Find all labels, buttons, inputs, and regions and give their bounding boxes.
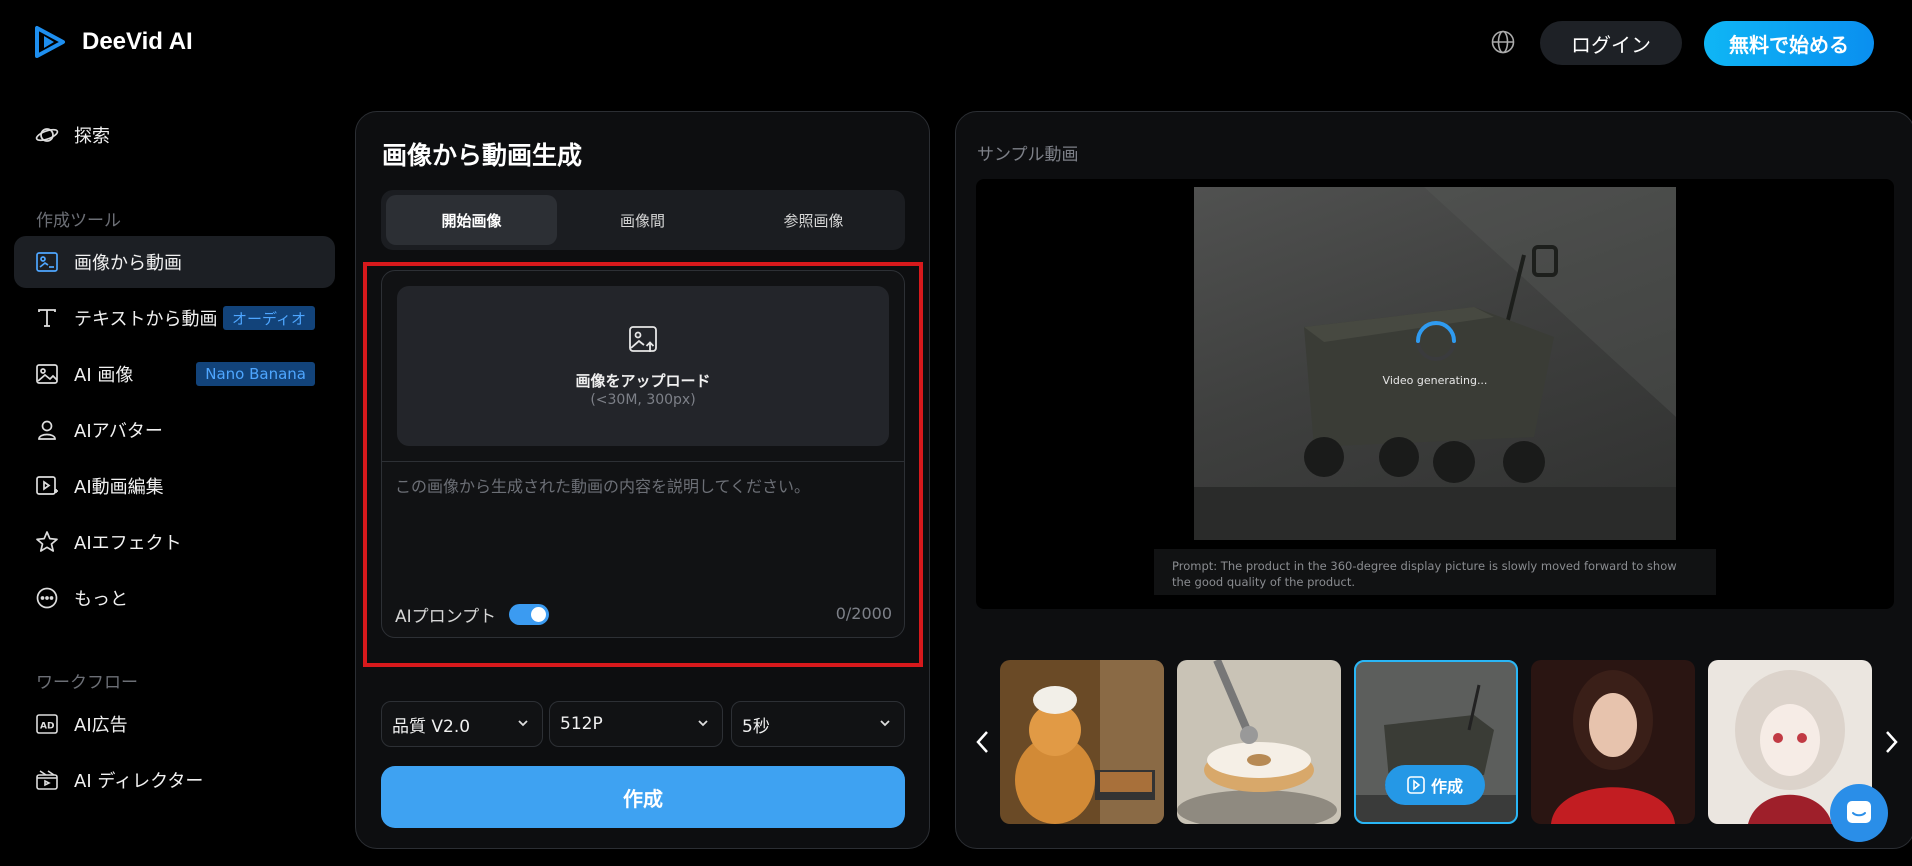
highlight-box (363, 262, 923, 667)
duration-value: 5秒 (742, 716, 770, 737)
play-icon (1407, 776, 1425, 794)
text-icon (34, 305, 60, 331)
image-icon (34, 361, 60, 387)
ad-icon: AD (34, 711, 60, 737)
resolution-value: 512P (560, 714, 603, 734)
video-preview: Video generating... Prompt: The product … (976, 179, 1894, 609)
video-frame: Video generating... (1194, 187, 1676, 540)
sidebar-item-label: 探索 (74, 126, 110, 147)
thumbnail-orange-cat-chef[interactable] (1000, 660, 1164, 824)
mode-tabs: 開始画像 画像間 参照画像 (381, 190, 905, 250)
thumbnail-create-button[interactable]: 作成 (1385, 765, 1485, 805)
sidebar-item-ai-director[interactable]: AI ディレクター (14, 754, 335, 806)
video-edit-icon (34, 473, 60, 499)
tab-start-image[interactable]: 開始画像 (386, 195, 557, 245)
tools-section-label: 作成ツール (36, 211, 121, 231)
chat-icon (1847, 801, 1871, 823)
duration-select[interactable]: 5秒 (731, 701, 905, 747)
sample-thumbnails: 作成 (1000, 660, 1872, 825)
globe-icon[interactable] (1490, 29, 1516, 55)
sidebar-item-more[interactable]: もっと (14, 572, 335, 624)
audio-badge: オーディオ (223, 306, 315, 330)
sidebar-item-ai-ads[interactable]: AD AI広告 (14, 698, 335, 750)
sample-panel: サンプル動画 Video generating... Prompt: The p… (955, 111, 1912, 849)
quality-select[interactable]: 品質 V2.0 (381, 701, 543, 747)
thumbnail-donut-robot[interactable] (1177, 660, 1341, 824)
chevron-left-icon[interactable] (973, 727, 993, 757)
resolution-select[interactable]: 512P (549, 701, 723, 747)
quality-value: 品質 V2.0 (392, 716, 471, 737)
generating-status: Video generating... (1382, 374, 1488, 387)
logo[interactable]: DeeVid AI (32, 24, 193, 60)
tab-reference-image[interactable]: 参照画像 (728, 195, 899, 245)
sidebar-item-ai-image[interactable]: AI 画像 Nano Banana (14, 348, 335, 400)
nano-banana-badge: Nano Banana (196, 362, 315, 386)
chevron-down-icon (880, 720, 890, 727)
planet-icon (34, 122, 60, 148)
sidebar-item-label: AI 画像 (74, 365, 134, 386)
create-button[interactable]: 作成 (381, 766, 905, 828)
sidebar-item-label: AI ディレクター (74, 771, 204, 792)
generator-panel: 画像から動画生成 開始画像 画像間 参照画像 画像をアップロード (<30M, … (355, 111, 930, 849)
page-title: 画像から動画生成 (382, 141, 583, 170)
thumbnail-camping-wagon[interactable]: 作成 (1354, 660, 1518, 824)
sidebar-item-label: AIエフェクト (74, 533, 182, 554)
sidebar-item-label: AI動画編集 (74, 477, 164, 498)
loading-spinner-icon (1416, 321, 1456, 361)
sidebar-item-label: 画像から動画 (74, 253, 182, 274)
avatar-icon (34, 417, 60, 443)
svg-text:AD: AD (40, 722, 54, 732)
sidebar-item-label: AI広告 (74, 715, 128, 736)
top-bar: DeeVid AI ログイン 無料で始める (0, 0, 1912, 86)
wagon-illustration (1194, 187, 1676, 540)
sidebar-item-label: テキストから動画 (74, 309, 218, 330)
tab-between-images[interactable]: 画像間 (557, 195, 728, 245)
thumbnail-woman-red-sweater[interactable] (1531, 660, 1695, 824)
chevron-right-icon[interactable] (1881, 727, 1901, 757)
sidebar-item-explore[interactable]: 探索 (14, 109, 335, 161)
sample-prompt: Prompt: The product in the 360-degree di… (1154, 549, 1716, 595)
deevid-logo-icon (35, 26, 65, 58)
workflow-section-label: ワークフロー (36, 673, 138, 693)
more-icon (34, 585, 60, 611)
sidebar-item-label: もっと (74, 589, 128, 610)
sidebar-item-ai-avatar[interactable]: AIアバター (14, 404, 335, 456)
chat-support-button[interactable] (1830, 784, 1888, 842)
sidebar-item-ai-video-edit[interactable]: AI動画編集 (14, 460, 335, 512)
sample-title: サンプル動画 (977, 145, 1079, 165)
sidebar: 探索 作成ツール 画像から動画 テキストから動画 オーディオ AI 画像 Nan… (0, 86, 350, 866)
sidebar-item-text-to-video[interactable]: テキストから動画 オーディオ (14, 292, 335, 344)
prompt-prefix: Prompt: (1172, 559, 1218, 573)
chevron-down-icon (518, 720, 528, 727)
sidebar-item-image-to-video[interactable]: 画像から動画 (14, 236, 335, 288)
login-button[interactable]: ログイン (1540, 21, 1682, 65)
prompt-text: The product in the 360-degree display pi… (1172, 559, 1677, 589)
start-free-button[interactable]: 無料で始める (1704, 21, 1874, 66)
director-icon (34, 767, 60, 793)
image-to-video-icon (34, 249, 60, 275)
star-icon (34, 529, 60, 555)
sidebar-item-label: AIアバター (74, 421, 163, 442)
thumbnail-create-label: 作成 (1430, 777, 1463, 796)
sidebar-item-ai-effects[interactable]: AIエフェクト (14, 516, 335, 568)
brand-name: DeeVid AI (82, 28, 193, 55)
chevron-down-icon (698, 720, 708, 727)
